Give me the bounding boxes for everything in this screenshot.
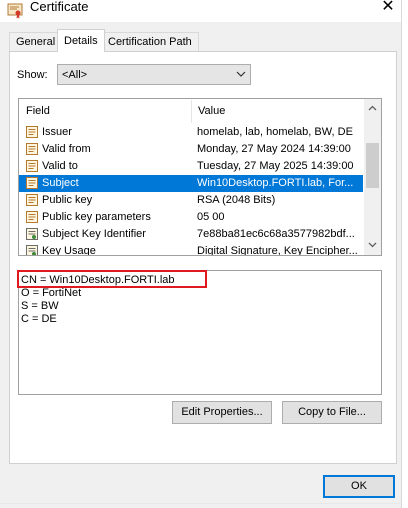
scroll-thumb[interactable] [366, 143, 379, 188]
certificate-field-icon [25, 142, 39, 156]
certificate-field-icon [25, 159, 39, 173]
show-label: Show: [17, 69, 48, 81]
list-row-selected[interactable]: Subject Win10Desktop.FORTI.lab, For... [19, 175, 363, 192]
row-value: Digital Signature, Key Encipher... [197, 245, 358, 255]
row-field: Key Usage [42, 245, 96, 255]
row-value: RSA (2048 Bits) [197, 194, 276, 206]
list-row[interactable]: Issuer homelab, lab, homelab, BW, DE [19, 124, 363, 141]
extension-icon [25, 244, 39, 255]
list-row[interactable]: Public key RSA (2048 Bits) [19, 192, 363, 209]
chevron-down-icon[interactable] [233, 65, 249, 84]
detail-line: S = BW [21, 300, 59, 312]
row-field: Public key parameters [42, 211, 151, 223]
certificate-field-icon [25, 210, 39, 224]
scroll-down-icon[interactable] [364, 237, 381, 254]
row-value: 7e88ba81ec6c68a3577982bdf... [197, 228, 355, 240]
tab-details[interactable]: Details [57, 29, 105, 52]
close-icon[interactable]: ✕ [376, 0, 400, 16]
row-value: 05 00 [197, 211, 225, 223]
copy-to-file-button[interactable]: Copy to File... [282, 401, 382, 424]
list-row[interactable]: Key Usage Digital Signature, Key Enciphe… [19, 243, 363, 255]
row-field: Valid to [42, 160, 78, 172]
show-select-value: <All> [62, 69, 88, 81]
row-field: Public key [42, 194, 93, 206]
certificate-icon [7, 3, 23, 19]
tab-general[interactable]: General [9, 32, 63, 51]
list-row[interactable]: Valid to Tuesday, 27 May 2025 14:39:00 [19, 158, 363, 175]
window-title: Certificate [30, 0, 89, 14]
window-edge [401, 0, 408, 508]
scroll-up-icon[interactable] [364, 100, 381, 117]
column-separator[interactable] [191, 100, 192, 123]
certificate-field-icon [25, 193, 39, 207]
certificate-field-icon [25, 176, 39, 190]
row-field: Subject Key Identifier [42, 228, 146, 240]
ok-button[interactable]: OK [323, 475, 395, 498]
row-value: homelab, lab, homelab, BW, DE [197, 126, 353, 138]
list-row[interactable]: Valid from Monday, 27 May 2024 14:39:00 [19, 141, 363, 158]
tab-certification-path[interactable]: Certification Path [101, 32, 199, 51]
divider [0, 503, 402, 504]
list-row[interactable]: Subject Key Identifier 7e88ba81ec6c68a35… [19, 226, 363, 243]
row-value: Win10Desktop.FORTI.lab, For... [197, 177, 354, 189]
row-field: Valid from [42, 143, 91, 155]
detail-line: C = DE [21, 313, 57, 325]
column-header-field[interactable]: Field [26, 100, 50, 123]
extension-icon [25, 227, 39, 241]
detail-line: O = FortiNet [21, 287, 82, 299]
certificate-field-icon [25, 125, 39, 139]
highlight-box [17, 270, 207, 288]
row-value: Monday, 27 May 2024 14:39:00 [197, 143, 351, 155]
row-field: Subject [42, 177, 79, 189]
row-field: Issuer [42, 126, 72, 138]
list-row[interactable]: Public key parameters 05 00 [19, 209, 363, 226]
row-value: Tuesday, 27 May 2025 14:39:00 [197, 160, 354, 172]
edit-properties-button[interactable]: Edit Properties... [172, 401, 272, 424]
column-header-value[interactable]: Value [198, 100, 226, 123]
